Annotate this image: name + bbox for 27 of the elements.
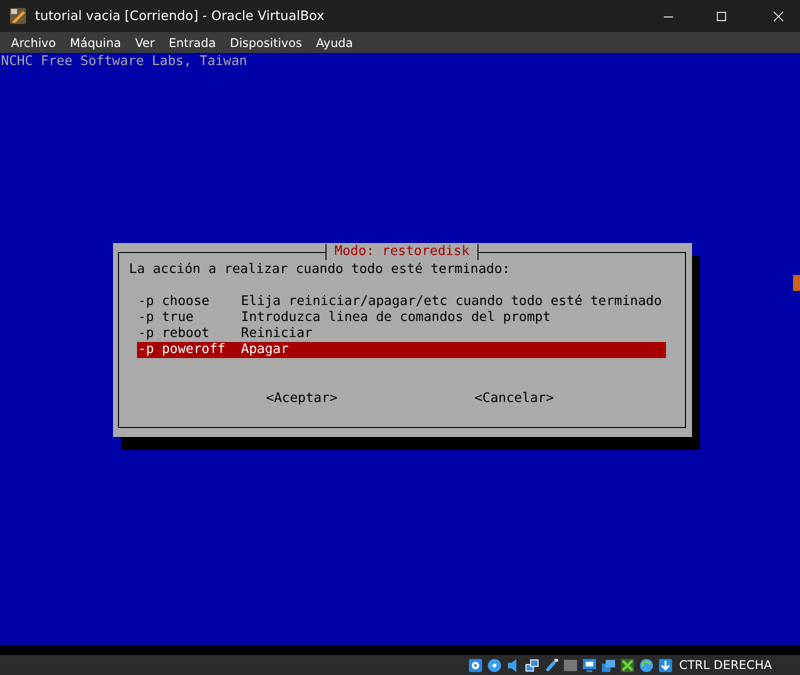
download-icon[interactable] <box>658 658 674 672</box>
host-key-label: CTRL DERECHA <box>679 658 772 672</box>
console-header: NCHC Free Software Labs, Taiwan <box>0 54 248 70</box>
menu-item[interactable]: Dispositivos <box>222 36 309 50</box>
dialog-button[interactable]: <Aceptar> <box>266 391 338 407</box>
window-title: tutorial vacia [Corriendo] - Oracle VirtualBox <box>35 8 324 24</box>
menu-item[interactable]: Ver <box>128 36 162 50</box>
menu-item[interactable]: Archivo <box>4 36 63 50</box>
menu-option[interactable]: -p poweroff Apagar <box>137 342 666 358</box>
globe-icon[interactable] <box>639 658 654 672</box>
optical-disc-icon[interactable] <box>487 658 502 672</box>
display-icon[interactable] <box>582 658 598 672</box>
app-icon <box>9 7 27 25</box>
cursor-block <box>793 275 800 291</box>
menu-option[interactable]: -p true Introduzca linea de comandos del prompt <box>137 310 666 326</box>
menu-item[interactable]: Máquina <box>62 36 128 50</box>
close-icon[interactable] <box>773 10 784 22</box>
screen-icon[interactable] <box>601 658 616 672</box>
maximize-icon[interactable] <box>716 10 727 22</box>
menu-item[interactable]: Entrada <box>162 36 223 50</box>
menu-option[interactable]: -p choose Elija reiniciar/apagar/etc cuando todo esté terminado <box>137 294 666 310</box>
menu-option[interactable]: -p reboot Reiniciar <box>137 326 666 342</box>
network-icon[interactable] <box>525 658 540 672</box>
menu-item[interactable]: Ayuda <box>308 36 360 50</box>
dialog-title: Modo: restoredisk <box>326 244 478 260</box>
dialog-button[interactable]: <Cancelar> <box>474 391 554 407</box>
dialog-prompt: La acción a realizar cuando todo esté terminado: <box>129 262 510 278</box>
